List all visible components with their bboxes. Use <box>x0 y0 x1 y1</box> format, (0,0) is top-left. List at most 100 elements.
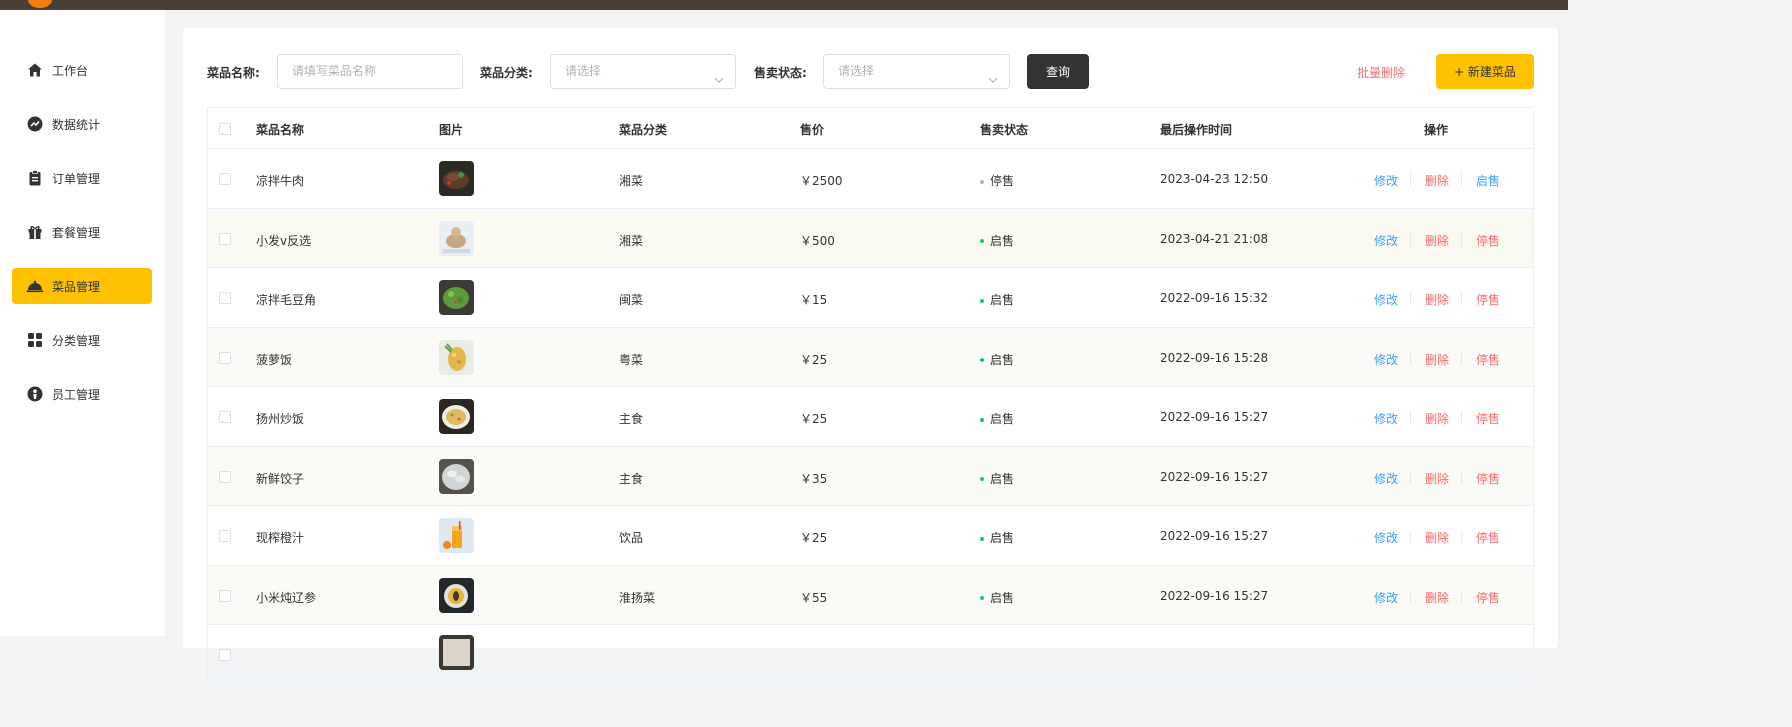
toggle-status-button[interactable]: 停售 <box>1476 351 1500 368</box>
toggle-status-button[interactable]: 启售 <box>1476 172 1500 189</box>
status-badge: 启售 <box>980 291 1014 308</box>
updated-time: 2022-09-16 15:27 <box>1160 588 1269 603</box>
delete-button[interactable]: 删除 <box>1425 291 1449 308</box>
status-text: 启售 <box>990 590 1015 605</box>
toggle-status-button[interactable]: 停售 <box>1476 410 1500 427</box>
row-checkbox[interactable] <box>219 292 231 304</box>
query-button[interactable]: 查询 <box>1027 54 1089 89</box>
header-price: 售价 <box>800 123 825 137</box>
status-dot <box>980 536 984 541</box>
row-checkbox[interactable] <box>219 530 231 542</box>
sidebar-item-employees[interactable]: 员工管理 <box>12 376 152 412</box>
dish-price: ￥2500 <box>800 174 843 188</box>
toggle-status-button[interactable]: 停售 <box>1476 470 1500 487</box>
table-row: 凉拌毛豆角 闽菜 ￥15 启售 2022-09-16 15:32 修改 删除 停… <box>208 268 1533 328</box>
row-checkbox[interactable] <box>219 411 231 423</box>
header-actions: 操作 <box>1424 123 1449 137</box>
sidebar-item-label: 工作台 <box>52 63 89 78</box>
dish-price: ￥15 <box>800 293 828 307</box>
divider <box>1410 232 1411 246</box>
status-text: 停售 <box>990 174 1015 188</box>
sidebar-item-dishes[interactable]: 菜品管理 <box>12 268 152 304</box>
status-badge: 启售 <box>980 470 1014 487</box>
table-row: 扬州炒饭 主食 ￥25 启售 2022-09-16 15:27 修改 删除 停售 <box>208 387 1533 447</box>
status-text: 启售 <box>990 531 1015 545</box>
sidebar-item-category[interactable]: 分类管理 <box>12 322 152 358</box>
dish-category: 湘菜 <box>619 233 644 248</box>
dish-price: ￥35 <box>800 471 828 486</box>
edit-button[interactable]: 修改 <box>1374 232 1398 249</box>
status-badge: 启售 <box>980 232 1014 249</box>
sidebar-item-label: 订单管理 <box>52 171 101 186</box>
updated-time: 2022-09-16 15:32 <box>1160 291 1269 305</box>
edit-button[interactable]: 修改 <box>1374 172 1398 189</box>
new-dish-button[interactable]: + 新建菜品 <box>1436 54 1534 89</box>
status-dot <box>980 298 984 303</box>
category-filter-label: 菜品分类: <box>480 66 533 80</box>
row-checkbox[interactable] <box>219 470 231 483</box>
table-row: 菠萝饭 粤菜 ￥25 启售 2022-09-16 15:28 修改 删除 停售 <box>208 327 1533 387</box>
table-row: 凉拌牛肉 湘菜 ￥2500 停售 2023-04-23 12:50 修改 删除 … <box>208 149 1533 209</box>
delete-button[interactable]: 删除 <box>1425 232 1449 249</box>
dish-price: ￥25 <box>800 412 828 426</box>
delete-button[interactable]: 删除 <box>1425 351 1449 368</box>
row-checkbox[interactable] <box>219 232 231 245</box>
dish-image <box>439 339 474 375</box>
edit-button[interactable]: 修改 <box>1374 529 1398 546</box>
divider <box>1461 292 1462 305</box>
sidebar-item-workbench[interactable]: 工作台 <box>12 52 152 88</box>
toggle-status-button[interactable]: 停售 <box>1476 589 1500 606</box>
sidebar-item-orders[interactable]: 订单管理 <box>12 160 152 196</box>
delete-button[interactable]: 删除 <box>1425 470 1449 487</box>
edit-button[interactable]: 修改 <box>1374 589 1398 606</box>
table-row: 小米炖辽参 淮扬菜 ￥55 启售 2022-09-16 15:27 修改 删除 … <box>208 565 1533 625</box>
sidebar-item-label: 菜品管理 <box>52 279 101 294</box>
row-checkbox[interactable] <box>219 649 231 661</box>
dish-name: 新鲜饺子 <box>256 471 305 486</box>
header-name: 菜品名称 <box>256 123 305 137</box>
dish-price: ￥25 <box>800 531 828 545</box>
dish-cover-icon <box>26 277 44 295</box>
delete-button[interactable]: 删除 <box>1425 589 1449 606</box>
category-select[interactable]: 请选择 <box>550 54 736 89</box>
dish-category: 饮品 <box>619 531 644 545</box>
sidebar-item-label: 员工管理 <box>52 387 101 402</box>
dish-name: 菠萝饭 <box>256 352 293 367</box>
batch-delete-button[interactable]: 批量删除 <box>1357 64 1405 81</box>
delete-button[interactable]: 删除 <box>1425 410 1449 427</box>
status-badge: 启售 <box>980 529 1014 546</box>
edit-button[interactable]: 修改 <box>1374 291 1398 308</box>
dish-price: ￥55 <box>800 590 828 605</box>
select-all-checkbox[interactable] <box>219 123 231 135</box>
edit-button[interactable]: 修改 <box>1374 351 1398 368</box>
row-checkbox[interactable] <box>219 351 231 364</box>
chart-line-icon <box>26 115 44 133</box>
divider <box>1461 589 1462 603</box>
sidebar-item-statistics[interactable]: 数据统计 <box>12 106 152 142</box>
dish-category: 淮扬菜 <box>619 590 656 605</box>
dish-name: 凉拌牛肉 <box>256 174 305 188</box>
edit-button[interactable]: 修改 <box>1374 410 1398 427</box>
toggle-status-button[interactable]: 停售 <box>1476 291 1500 308</box>
delete-button[interactable]: 删除 <box>1425 172 1449 189</box>
edit-button[interactable]: 修改 <box>1374 470 1398 487</box>
category-placeholder: 请选择 <box>565 64 602 78</box>
toggle-status-button[interactable]: 停售 <box>1476 529 1500 546</box>
dish-image <box>439 518 474 553</box>
sidebar-item-setmeal[interactable]: 套餐管理 <box>12 214 152 250</box>
row-checkbox[interactable] <box>219 589 231 602</box>
status-select[interactable]: 请选择 <box>823 54 1010 89</box>
dish-category: 主食 <box>619 412 644 426</box>
dish-image <box>439 280 474 315</box>
dish-name-input[interactable]: 请填写菜品名称 <box>277 54 463 89</box>
delete-button[interactable]: 删除 <box>1425 529 1449 546</box>
sidebar-item-label: 套餐管理 <box>52 225 101 240</box>
status-placeholder: 请选择 <box>838 64 875 78</box>
status-dot <box>980 477 984 481</box>
dish-price: ￥25 <box>800 352 828 367</box>
row-checkbox[interactable] <box>219 173 231 185</box>
toggle-status-button[interactable]: 停售 <box>1476 232 1500 249</box>
top-bar <box>0 0 1568 10</box>
gift-icon <box>26 223 44 241</box>
sidebar: 工作台 数据统计 订单管理 套餐管理 菜品管理 分类管理 员工管理 <box>0 10 165 636</box>
